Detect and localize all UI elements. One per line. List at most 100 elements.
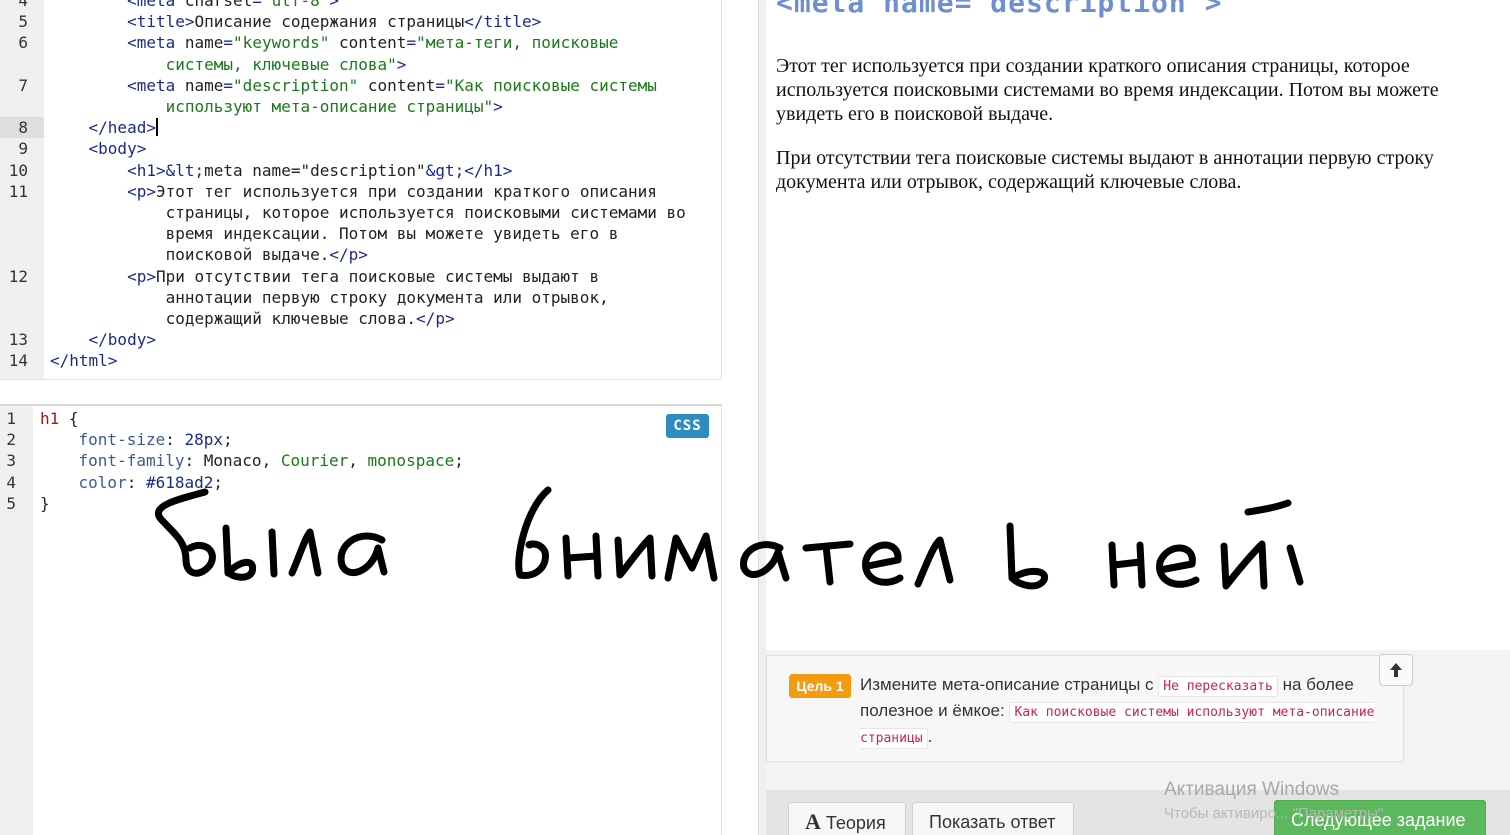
code-text: } bbox=[40, 493, 50, 514]
line-number: 1 bbox=[6, 409, 16, 428]
code-token: </head> bbox=[50, 118, 156, 138]
line-number: 9 bbox=[18, 139, 28, 159]
code-token: системы, ключевые слова" bbox=[50, 54, 397, 74]
preview-pane: <meta name="description"> Этот тег испол… bbox=[766, 0, 1510, 650]
line-number: 5 bbox=[6, 493, 16, 513]
code-token: &gt; bbox=[425, 160, 465, 180]
code-token: h1 bbox=[40, 409, 60, 428]
code-token: Описание содержания страницы bbox=[194, 12, 465, 32]
code-text: <p>При отсутствии тега поисковые системы… bbox=[50, 266, 599, 287]
code-text: <meta name="keywords" content="мета-теги… bbox=[50, 32, 618, 53]
code-token: содержащий ключевые слова. bbox=[50, 309, 417, 328]
line-number: 8 bbox=[18, 118, 28, 138]
theory-icon: A bbox=[805, 809, 821, 834]
code-token: > bbox=[493, 97, 503, 116]
code-token: Courier bbox=[280, 451, 349, 471]
code-text: время индексации. Потом вы можете увидет… bbox=[50, 223, 619, 244]
code-text: аннотации первую строку документа или от… bbox=[50, 287, 609, 308]
code-token: </title> bbox=[464, 12, 542, 32]
show-answer-button[interactable]: Показать ответ bbox=[912, 802, 1074, 835]
line-number: 14 bbox=[8, 351, 28, 371]
code-token: ; bbox=[454, 451, 464, 471]
code-token: аннотации первую строку документа или от… bbox=[50, 287, 609, 307]
code-token: = bbox=[223, 33, 234, 53]
theory-button[interactable]: A Теория bbox=[788, 802, 906, 835]
code-token: <meta bbox=[50, 75, 176, 95]
code-token: <p> bbox=[50, 181, 156, 201]
code-token: meta name="description" bbox=[204, 160, 426, 180]
code-text: </body> bbox=[50, 329, 156, 350]
code-token: ; bbox=[213, 472, 224, 492]
scroll-up-button[interactable] bbox=[1379, 654, 1413, 686]
line-number: 3 bbox=[6, 451, 16, 471]
task-text-after: . bbox=[927, 727, 933, 746]
theory-button-label: Теория bbox=[825, 813, 886, 833]
line-number: 10 bbox=[8, 160, 28, 180]
pane-divider[interactable] bbox=[758, 0, 766, 835]
preview-heading: <meta name="description"> bbox=[776, 0, 1223, 19]
code-token: : Monaco, bbox=[184, 451, 281, 471]
code-text: <body> bbox=[50, 138, 147, 159]
code-token: страницы, которое используется поисковым… bbox=[50, 203, 686, 222]
code-token: > bbox=[396, 54, 407, 74]
code-token: время индексации. Потом вы можете увидет… bbox=[50, 224, 619, 244]
code-token: "мета-теги, поисковые bbox=[416, 33, 619, 53]
code-token: : bbox=[126, 472, 146, 492]
code-text: </head> bbox=[50, 117, 158, 138]
code-token: font-family bbox=[40, 451, 185, 471]
code-token: color bbox=[40, 472, 127, 492]
code-token: < bbox=[50, 0, 137, 10]
line-number: 11 bbox=[8, 181, 28, 201]
code-token: 28px bbox=[184, 430, 224, 450]
next-task-button[interactable]: Следующее задание bbox=[1274, 800, 1486, 835]
code-token: "keywords" bbox=[233, 33, 330, 53]
task-box: Цель 1 Измените мета-описание страницы с… bbox=[766, 654, 1413, 762]
code-token: meta bbox=[136, 0, 176, 10]
code-text: страницы, которое используется поисковым… bbox=[50, 202, 686, 223]
code-token: "description" bbox=[233, 75, 359, 95]
code-text: системы, ключевые слова"> bbox=[50, 54, 407, 75]
text-cursor bbox=[155, 118, 158, 137]
code-token: charset bbox=[175, 0, 253, 10]
line-number: 12 bbox=[8, 266, 28, 286]
code-token: , bbox=[348, 451, 368, 471]
code-token: name bbox=[175, 75, 224, 95]
code-token: <h1> bbox=[50, 160, 166, 180]
line-number: 7 bbox=[18, 75, 28, 95]
code-token: } bbox=[40, 493, 50, 513]
code-token: используют мета-описание страницы" bbox=[50, 97, 494, 116]
code-text: <h1>&lt;meta name="description"&gt;</h1> bbox=[50, 160, 512, 181]
code-text: <p>Этот тег используется при создании кр… bbox=[50, 181, 657, 202]
goal-badge: Цель 1 bbox=[789, 674, 851, 698]
preview-paragraph-2: При отсутствии тега поисковые системы вы… bbox=[776, 147, 1434, 193]
arrow-up-icon bbox=[1390, 663, 1402, 677]
html-code-editor[interactable]: 4 <meta charset="utf-8"> 5 <title>Описани… bbox=[0, 0, 722, 380]
code-token: <title> bbox=[50, 12, 195, 32]
code-token: поисковой выдаче. bbox=[50, 245, 330, 265]
code-token: = bbox=[406, 33, 417, 53]
code-token: content bbox=[358, 75, 436, 95]
code-token: "Как поисковые системы bbox=[444, 75, 657, 95]
code-text: <title>Описание содержания страницы</tit… bbox=[50, 11, 541, 32]
css-language-badge: CSS bbox=[666, 414, 709, 438]
code-token: > bbox=[329, 0, 340, 10]
code-token: monospace bbox=[367, 451, 455, 471]
code-text: <meta name="description" content="Как по… bbox=[50, 75, 657, 96]
code-token: #618ad2 bbox=[145, 472, 214, 492]
code-token: { bbox=[59, 409, 79, 428]
code-token: </p> bbox=[329, 245, 368, 265]
code-token: <meta bbox=[50, 33, 176, 53]
code-text: <meta charset="utf-8"> bbox=[50, 0, 339, 11]
code-token: При отсутствии тега поисковые системы вы… bbox=[155, 266, 600, 286]
code-text: font-family: Monaco, Courier, monospace; bbox=[40, 450, 464, 471]
code-text: поисковой выдаче.</p> bbox=[50, 244, 368, 265]
code-token: name bbox=[175, 33, 224, 53]
code-token: <body> bbox=[50, 139, 147, 159]
css-code-editor[interactable]: 1 h1 {2 font-size: 28px; 3 font-family: Mo… bbox=[0, 404, 722, 835]
line-number: 4 bbox=[6, 472, 16, 492]
code-text: font-size: 28px; bbox=[40, 429, 233, 450]
code-text: </html> bbox=[50, 350, 117, 371]
code-token: font-size bbox=[40, 430, 166, 450]
line-number: 6 bbox=[18, 33, 28, 53]
code-text: содержащий ключевые слова.</p> bbox=[50, 308, 455, 329]
